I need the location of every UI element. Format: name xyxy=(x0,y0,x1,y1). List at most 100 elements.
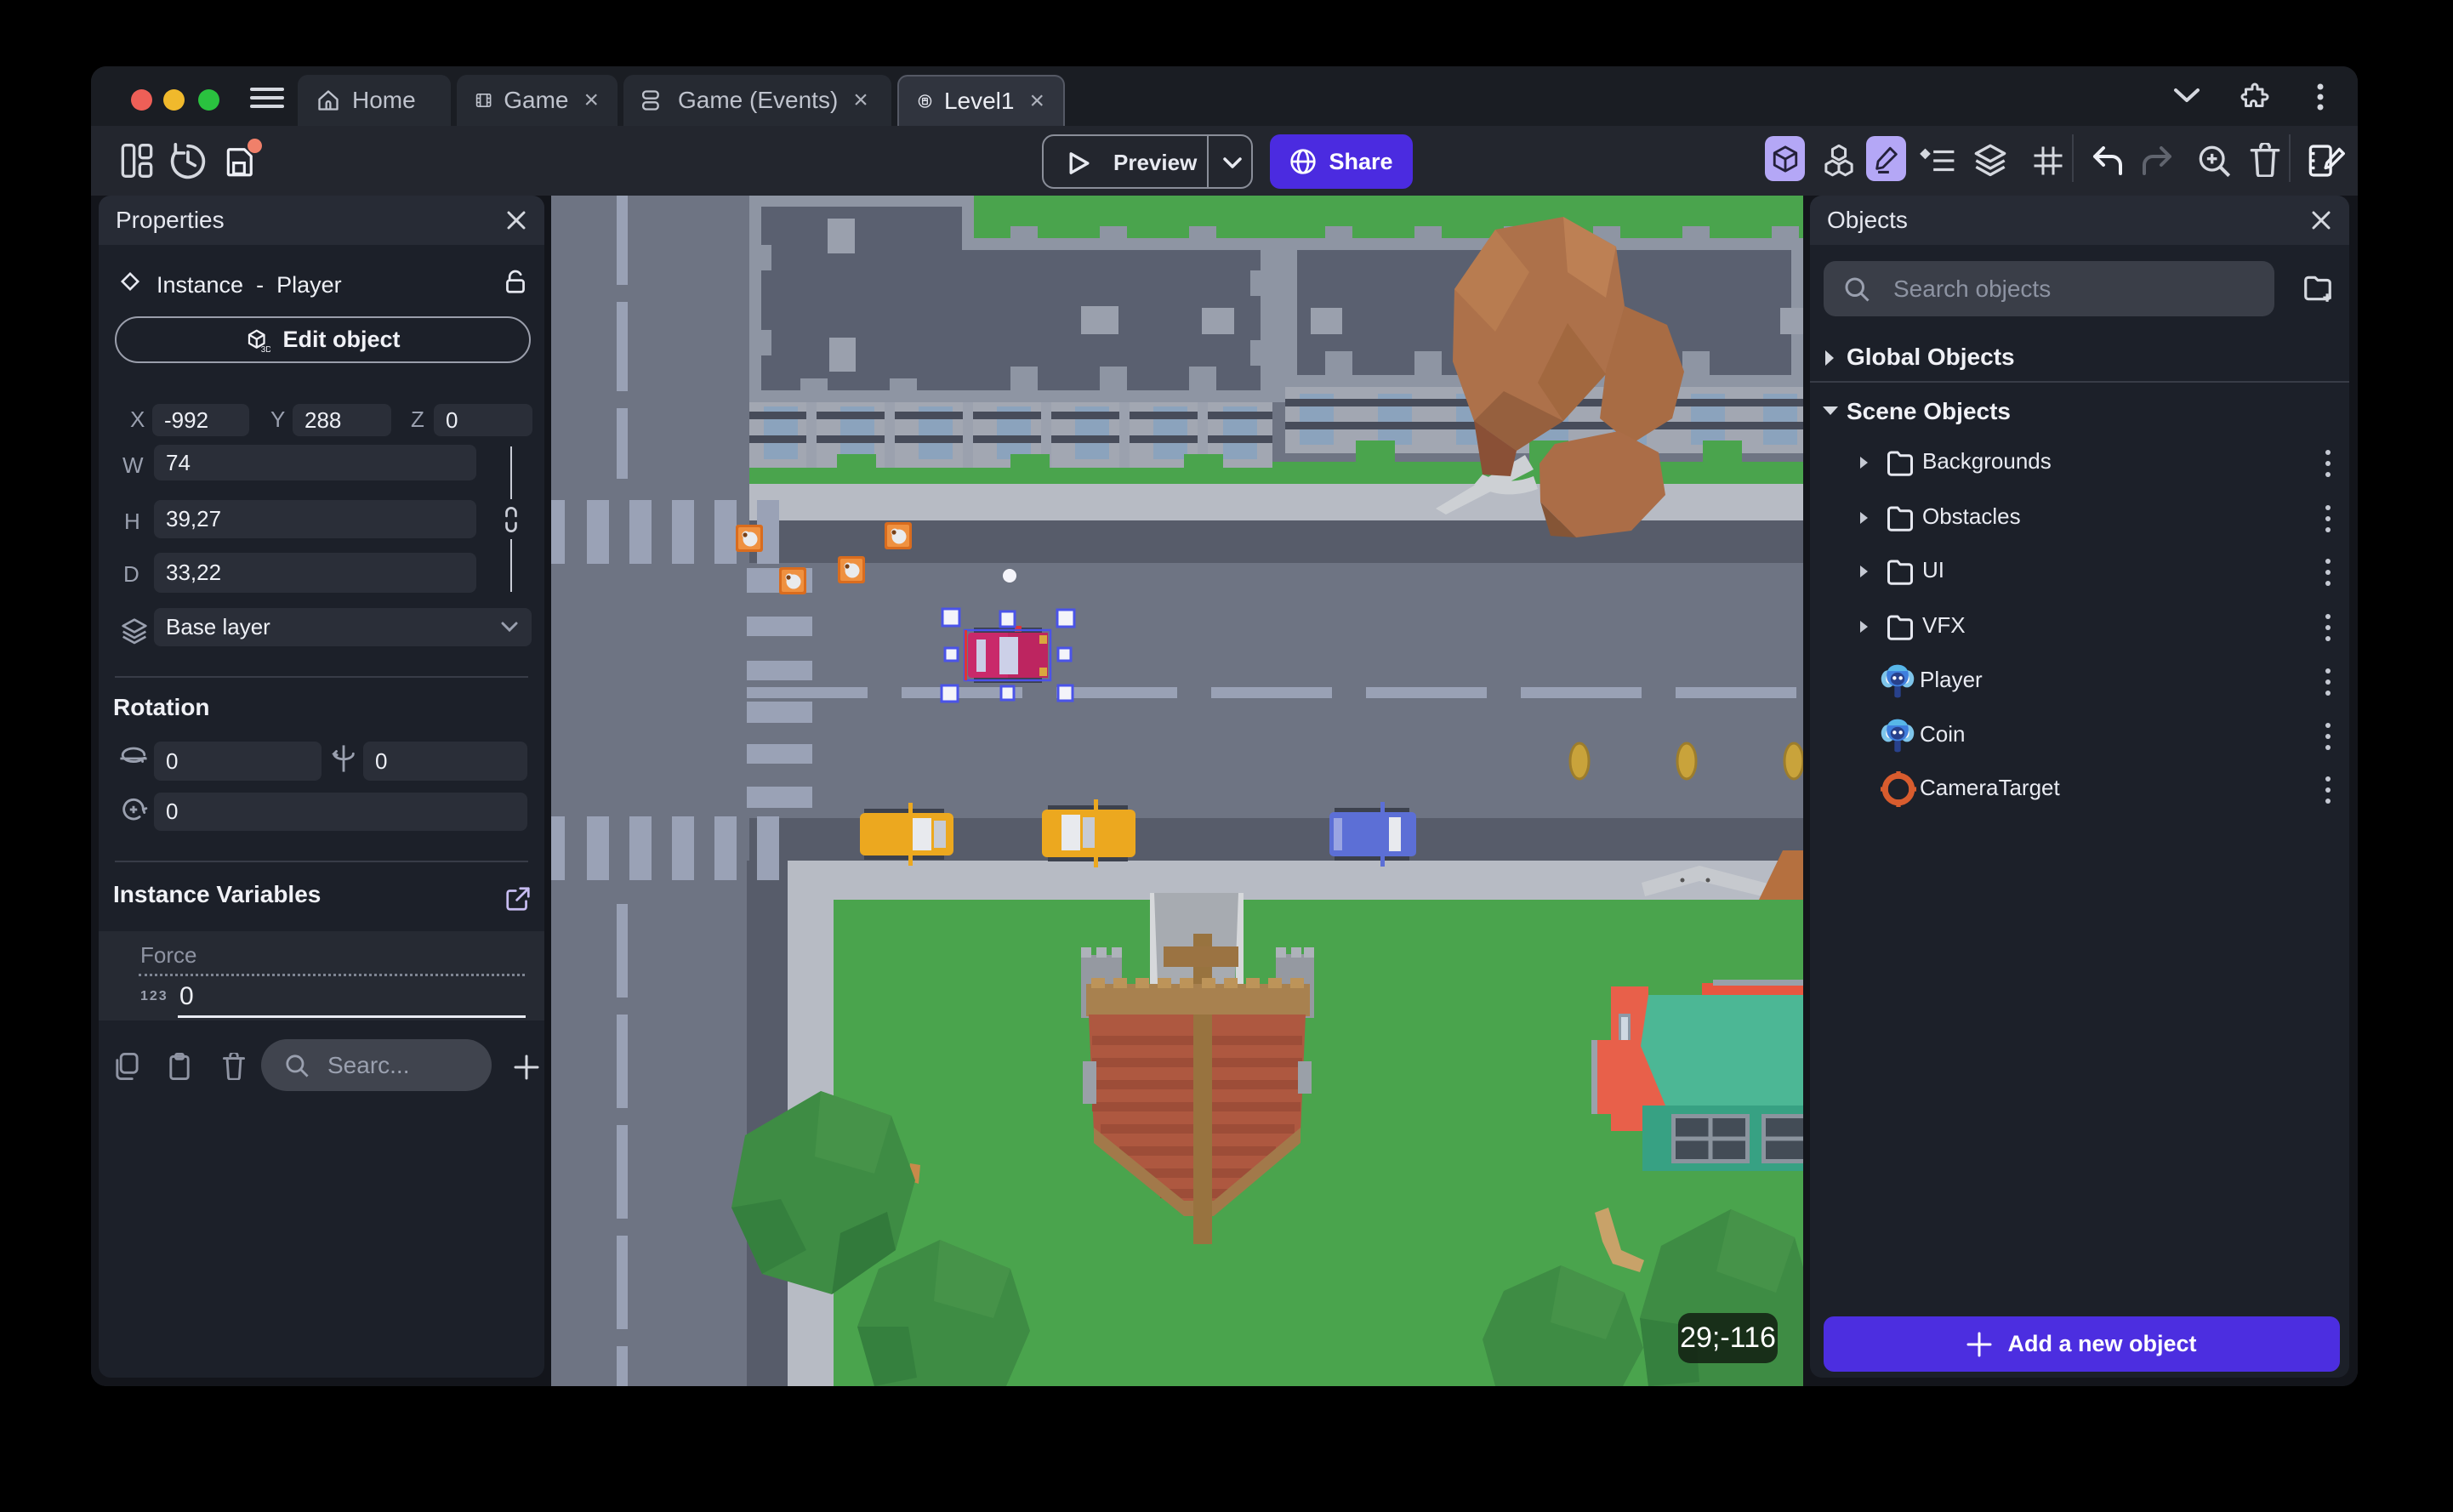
scene-notes-icon[interactable] xyxy=(2308,143,2345,179)
properties-close-icon[interactable] xyxy=(505,209,527,231)
variables-search-box[interactable]: Searc... xyxy=(261,1039,492,1091)
play-icon xyxy=(1069,152,1090,174)
d-input[interactable]: 33,22 xyxy=(154,553,476,593)
edit-mode-toggle[interactable] xyxy=(1866,136,1906,181)
row-kebab-icon[interactable] xyxy=(2325,557,2331,588)
zoom-in-icon[interactable] xyxy=(2198,145,2232,179)
d-label: D xyxy=(123,561,139,587)
folder-row-obstacles[interactable]: Obstacles xyxy=(1810,492,2349,546)
z-input[interactable]: 0 xyxy=(434,404,532,436)
history-icon[interactable] xyxy=(169,143,207,180)
preview-label: Preview xyxy=(1113,150,1198,175)
layer-select[interactable]: Base layer xyxy=(154,608,532,646)
y-input[interactable]: 288 xyxy=(293,404,391,436)
kebab-menu-icon[interactable] xyxy=(2316,83,2325,112)
folder-label: Obstacles xyxy=(1922,503,2021,529)
global-objects-arrow-icon[interactable] xyxy=(1823,349,1836,367)
add-folder-icon[interactable] xyxy=(2302,272,2334,304)
rotation-y-input[interactable]: 0 xyxy=(363,742,527,781)
redo-icon[interactable] xyxy=(2140,146,2174,175)
extensions-icon[interactable] xyxy=(2240,82,2270,112)
preview-dropdown-chevron-icon[interactable] xyxy=(1222,156,1243,170)
maximize-window-button[interactable] xyxy=(198,89,219,111)
w-input[interactable]: 74 xyxy=(154,445,476,480)
folder-label: Backgrounds xyxy=(1922,448,2052,474)
folder-row-vfx[interactable]: VFX xyxy=(1810,600,2349,655)
variable-value-underline xyxy=(178,1015,526,1018)
objects-title: Objects xyxy=(1827,207,1908,233)
chevron-down-icon[interactable] xyxy=(2172,87,2201,105)
object-row-cameratarget[interactable]: CameraTarget xyxy=(1810,763,2349,817)
car-blue[interactable] xyxy=(1329,802,1416,867)
folder-arrow-icon[interactable] xyxy=(1858,455,1870,470)
add-variable-icon[interactable] xyxy=(514,1054,539,1080)
layout-panels-icon[interactable] xyxy=(121,144,153,178)
row-kebab-icon[interactable] xyxy=(2325,667,2331,697)
rotation-z-input[interactable]: 0 xyxy=(154,793,527,831)
folder-icon xyxy=(1887,451,1913,476)
player-car-selected[interactable] xyxy=(968,626,1048,683)
tab-game-events-close-icon[interactable]: × xyxy=(853,86,868,115)
grid-icon[interactable] xyxy=(2033,145,2063,177)
link-dimensions-icon[interactable] xyxy=(503,507,520,532)
rotate-y-icon xyxy=(332,745,355,772)
view-3d-toggle[interactable] xyxy=(1765,136,1805,181)
variable-row[interactable]: Force 123 0 xyxy=(99,931,544,1020)
tab-level1[interactable]: Level1 × xyxy=(897,75,1065,126)
variable-name[interactable]: Force xyxy=(140,942,196,969)
preview-button[interactable]: Preview xyxy=(1042,134,1253,189)
layers-icon[interactable] xyxy=(1973,143,2007,177)
objects-close-icon[interactable] xyxy=(2310,209,2332,231)
paste-icon[interactable] xyxy=(168,1053,191,1080)
building-left[interactable] xyxy=(749,196,1272,478)
menu-icon[interactable] xyxy=(250,86,284,110)
grass-top xyxy=(970,196,1803,244)
variable-value[interactable]: 0 xyxy=(179,982,194,1011)
scene-objects-arrow-icon[interactable] xyxy=(1821,404,1840,418)
trash-icon[interactable] xyxy=(2250,143,2280,177)
tab-level1-close-icon[interactable]: × xyxy=(1029,87,1044,116)
tab-game-events[interactable]: Game (Events) × xyxy=(623,75,891,126)
folder-label: VFX xyxy=(1922,612,1966,638)
delete-variable-icon[interactable] xyxy=(223,1053,245,1080)
instances-list-icon[interactable] xyxy=(1920,146,1955,175)
row-kebab-icon[interactable] xyxy=(2325,503,2331,534)
tab-game-close-icon[interactable]: × xyxy=(583,86,599,115)
object-row-player[interactable]: Player xyxy=(1810,655,2349,709)
tab-home[interactable]: Home xyxy=(298,75,451,126)
row-kebab-icon[interactable] xyxy=(2325,612,2331,643)
folder-arrow-icon[interactable] xyxy=(1858,510,1870,526)
objects-stack-icon[interactable] xyxy=(1820,143,1858,179)
tab-game-events-label: Game (Events) xyxy=(678,87,839,113)
row-kebab-icon[interactable] xyxy=(2325,448,2331,479)
row-kebab-icon[interactable] xyxy=(2325,775,2331,805)
tab-game[interactable]: Game × xyxy=(457,75,618,126)
folder-row-backgrounds[interactable]: Backgrounds xyxy=(1810,436,2349,491)
objects-search-box[interactable]: Search objects xyxy=(1824,261,2274,316)
home-icon xyxy=(318,90,339,111)
h-input[interactable]: 39,27 xyxy=(154,500,476,538)
screenshot-root: Home Game × Game (Events) × Level1 × Pre… xyxy=(0,0,2453,1512)
folder-arrow-icon[interactable] xyxy=(1858,619,1870,634)
lock-open-icon[interactable] xyxy=(504,269,527,294)
minimize-window-button[interactable] xyxy=(163,89,185,111)
share-button[interactable]: Share xyxy=(1270,134,1413,189)
folder-row-ui[interactable]: UI xyxy=(1810,545,2349,600)
open-variables-icon[interactable] xyxy=(505,886,531,912)
car-yellow-left[interactable] xyxy=(1042,799,1135,867)
row-kebab-icon[interactable] xyxy=(2325,721,2331,752)
scene-objects-title[interactable]: Scene Objects xyxy=(1847,398,2011,425)
add-object-button[interactable]: Add a new object xyxy=(1824,1316,2340,1372)
global-objects-title[interactable]: Global Objects xyxy=(1847,344,2015,371)
undo-icon[interactable] xyxy=(2091,146,2125,175)
close-window-button[interactable] xyxy=(131,89,152,111)
rotation-x-input[interactable]: 0 xyxy=(154,742,322,781)
edit-object-button[interactable]: 3D Edit object xyxy=(115,316,531,363)
link-line-top xyxy=(510,446,512,499)
folder-arrow-icon[interactable] xyxy=(1858,564,1870,579)
scene-editor-canvas[interactable]: 29;-116 xyxy=(551,196,1803,1386)
car-yellow-right[interactable] xyxy=(860,803,953,866)
copy-icon[interactable] xyxy=(113,1053,139,1080)
object-row-coin[interactable]: Coin xyxy=(1810,709,2349,764)
x-input[interactable]: -992 xyxy=(152,404,249,436)
